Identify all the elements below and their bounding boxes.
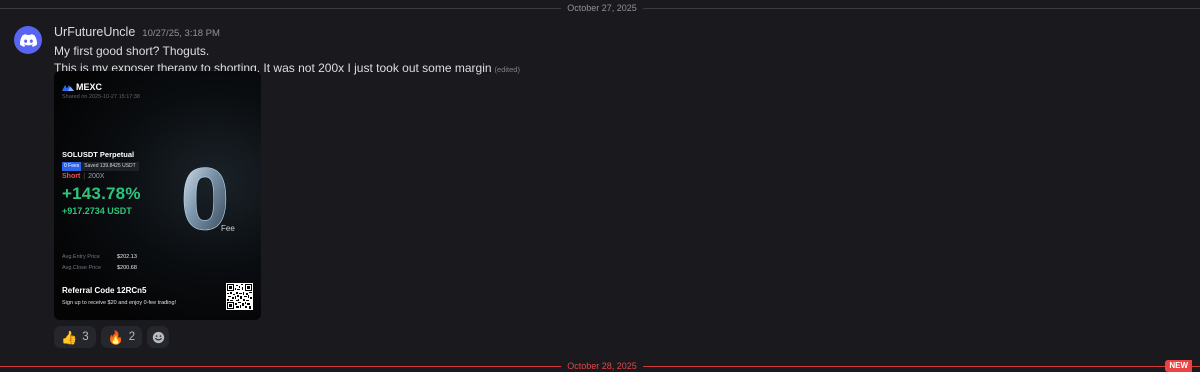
fee-word: Fee (221, 224, 235, 233)
direction-separator: | (83, 173, 86, 180)
qr-code-icon (227, 284, 252, 309)
date-divider-bottom-label: October 28, 2025 (561, 360, 643, 372)
thumbs-up-icon: 👍 (61, 329, 78, 345)
zero-fees-badge: 0 Fees (62, 162, 82, 171)
direction-label: Short (62, 173, 81, 180)
reaction-fire[interactable]: 🔥 2 (100, 326, 143, 348)
qr-code (226, 283, 253, 310)
edited-label: (edited) (494, 65, 520, 74)
reaction-count: 3 (82, 331, 89, 343)
message-line-1: My first good short? Thoguts. (54, 44, 210, 58)
trading-pair: SOLUSDT Perpetual (62, 150, 135, 159)
avg-close-label: Avg.Close Price (62, 265, 102, 271)
reaction-count: 2 (128, 331, 136, 343)
message-header: UrFutureUncle 10/27/25, 3:18 PM (54, 25, 1180, 40)
avg-close-value: $200.68 (117, 265, 137, 271)
pnl-usdt: +917.2734 USDT (62, 206, 132, 216)
shared-on-text: Shared on 2025-10-27 15:17:38 (62, 94, 140, 100)
pnl-percent: +143.78% (62, 184, 141, 203)
add-reaction-icon (152, 331, 164, 343)
mexc-logo-icon (62, 84, 74, 91)
reaction-thumbs-up[interactable]: 👍 3 (54, 326, 96, 348)
trade-share-image[interactable]: MEXC Shared on 2025-10-27 15:17:38 SOLUS… (54, 71, 261, 320)
referral-code: Referral Code 12RCn5 (62, 286, 147, 295)
avg-entry-value: $202.13 (117, 254, 137, 260)
signup-text: Sign up to receive $20 and enjoy 0-fee t… (62, 300, 177, 306)
fees-row: 0 Fees Saved 139.8425 USDT (62, 162, 139, 171)
fire-icon: 🔥 (107, 329, 124, 345)
position-direction: Short | 200X (62, 173, 104, 180)
discord-logo-icon (19, 33, 37, 47)
timestamp[interactable]: 10/27/25, 3:18 PM (142, 28, 220, 39)
mexc-brand: MEXC (62, 82, 102, 92)
avg-entry-label: Avg.Entry Price (62, 254, 100, 260)
avatar[interactable] (14, 26, 42, 54)
username[interactable]: UrFutureUncle (54, 25, 135, 39)
date-divider-top-label: October 27, 2025 (561, 2, 643, 14)
new-messages-badge: NEW (1165, 360, 1192, 372)
leverage-label: 200X (88, 173, 105, 180)
brand-name: MEXC (76, 82, 103, 92)
add-reaction-button[interactable] (147, 326, 170, 348)
fee-saved-text: Saved 139.8425 USDT (81, 162, 139, 171)
reactions-bar: 👍 3 🔥 2 (54, 326, 170, 348)
